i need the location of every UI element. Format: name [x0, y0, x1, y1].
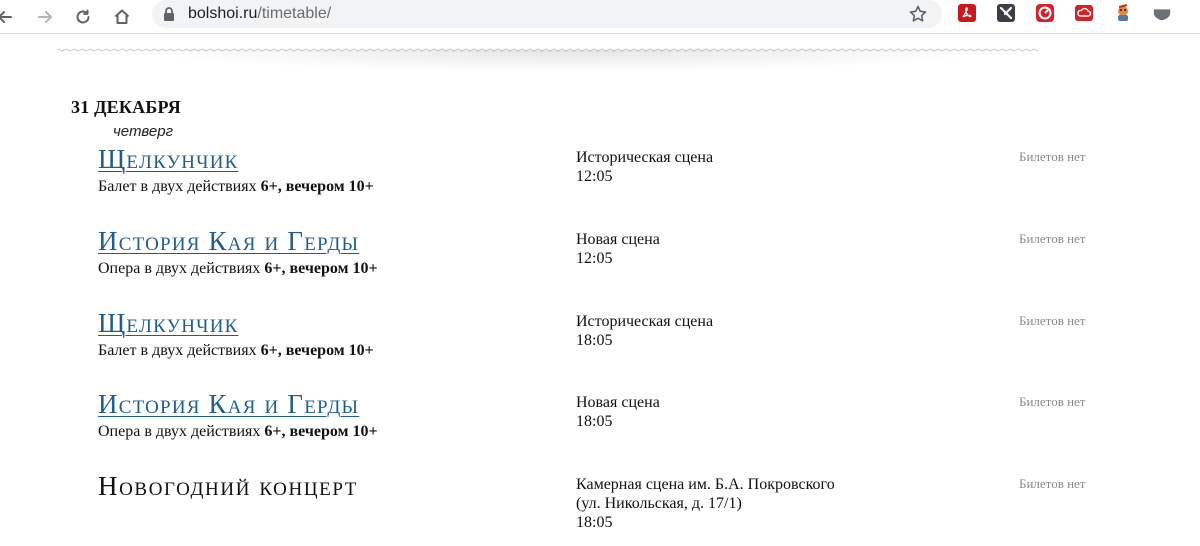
event-description: Опера в двух действиях 6+, вечером 10+ — [98, 259, 378, 279]
reload-button[interactable] — [70, 4, 96, 30]
event-venue: Историческая сцена 12:05 — [576, 148, 713, 186]
event-row: Щелкунчик Балет в двух действиях 6+, вече… — [0, 308, 1200, 388]
event-title[interactable]: Щелкунчик — [98, 308, 239, 338]
event-row: Новогодний концерт Камерная сцена им. Б.А… — [0, 471, 1200, 546]
event-row: История Кая и Герды Опера в двух действия… — [0, 226, 1200, 306]
home-button[interactable] — [109, 4, 135, 30]
lock-icon — [164, 7, 174, 21]
event-venue-line: Новая сцена — [576, 231, 660, 248]
event-genre: Балет в двух действиях — [98, 342, 261, 359]
event-time: 12:05 — [576, 168, 613, 185]
event-title[interactable]: История Кая и Герды — [98, 226, 359, 256]
event-venue-line: Историческая сцена — [576, 313, 714, 330]
arrow-right-icon — [38, 11, 52, 23]
event-venue: Новая сцена 18:05 — [576, 393, 660, 431]
event-title: Новогодний концерт — [98, 471, 358, 501]
tickets-status: Билетов нет — [1019, 149, 1086, 164]
event-age-rating: 6+, вечером 10+ — [260, 178, 374, 195]
event-description: Опера в двух действиях 6+, вечером 10+ — [98, 422, 378, 442]
event-time: 12:05 — [576, 250, 613, 267]
event-venue: Новая сцена 12:05 — [576, 230, 660, 268]
red-circle-extension-button[interactable] — [1035, 3, 1055, 23]
event-age-rating: 6+, вечером 10+ — [260, 342, 374, 359]
cloud-extension-icon — [1075, 5, 1093, 21]
home-icon — [114, 9, 130, 24]
tickets-status: Билетов нет — [1019, 313, 1086, 328]
browser-toolbar: bolshoi.ru/timetable/ — [0, 0, 1200, 34]
event-description: Балет в двух действиях 6+, вечером 10+ — [98, 341, 374, 361]
schedule-weekday: четверг — [113, 123, 174, 140]
event-venue-line: Историческая сцена — [576, 149, 714, 166]
event-time: 18:05 — [576, 413, 613, 430]
event-venue: Камерная сцена им. Б.А. Покровского (ул. … — [576, 475, 835, 532]
event-row: История Кая и Герды Опера в двух действия… — [0, 389, 1200, 469]
event-venue-line: (ул. Никольская, д. 17/1) — [576, 495, 742, 512]
pdf-extension-button[interactable] — [957, 3, 977, 23]
forward-button[interactable] — [32, 4, 58, 30]
event-description: Балет в двух действиях 6+, вечером 10+ — [98, 177, 374, 197]
schedule-date: 31 ДЕКАБРЯ — [71, 97, 181, 117]
red-circle-extension-icon — [1036, 4, 1054, 22]
event-venue: Историческая сцена 18:05 — [576, 312, 713, 350]
event-genre: Опера в двух действиях — [98, 423, 265, 440]
event-age-rating: 6+, вечером 10+ — [264, 423, 378, 440]
address-bar-url[interactable]: bolshoi.ru/timetable/ — [188, 3, 331, 25]
divider-shadow — [140, 50, 1000, 72]
event-genre: Балет в двух действиях — [98, 178, 261, 195]
character-extension-button[interactable] — [1113, 3, 1133, 23]
tickets-status: Билетов нет — [1019, 231, 1086, 246]
character-extension-icon — [1118, 4, 1128, 21]
tickets-status: Билетов нет — [1019, 394, 1086, 409]
reload-icon — [76, 9, 90, 24]
arrow-left-icon — [0, 11, 12, 23]
back-button[interactable] — [0, 4, 18, 30]
x-extension-button[interactable] — [996, 3, 1016, 23]
shield-extension-icon — [1153, 9, 1171, 21]
url-host: bolshoi.ru — [188, 5, 258, 22]
event-age-rating: 6+, вечером 10+ — [264, 260, 378, 277]
event-venue-line: Новая сцена — [576, 394, 660, 411]
event-row: Щелкунчик Балет в двух действиях 6+, вече… — [0, 144, 1200, 224]
cloud-extension-button[interactable] — [1074, 3, 1094, 23]
event-genre: Опера в двух действиях — [98, 260, 265, 277]
tickets-status: Билетов нет — [1019, 476, 1086, 491]
event-venue-line: Камерная сцена им. Б.А. Покровского — [576, 476, 835, 493]
event-title[interactable]: История Кая и Герды — [98, 389, 359, 419]
url-path: /timetable/ — [257, 5, 332, 22]
event-time: 18:05 — [576, 332, 613, 349]
pdf-extension-icon — [958, 4, 976, 22]
star-icon[interactable] — [908, 4, 928, 24]
x-extension-icon — [997, 4, 1015, 22]
shield-extension-button[interactable] — [1152, 3, 1172, 23]
event-time: 18:05 — [576, 514, 613, 531]
event-title[interactable]: Щелкунчик — [98, 144, 239, 174]
